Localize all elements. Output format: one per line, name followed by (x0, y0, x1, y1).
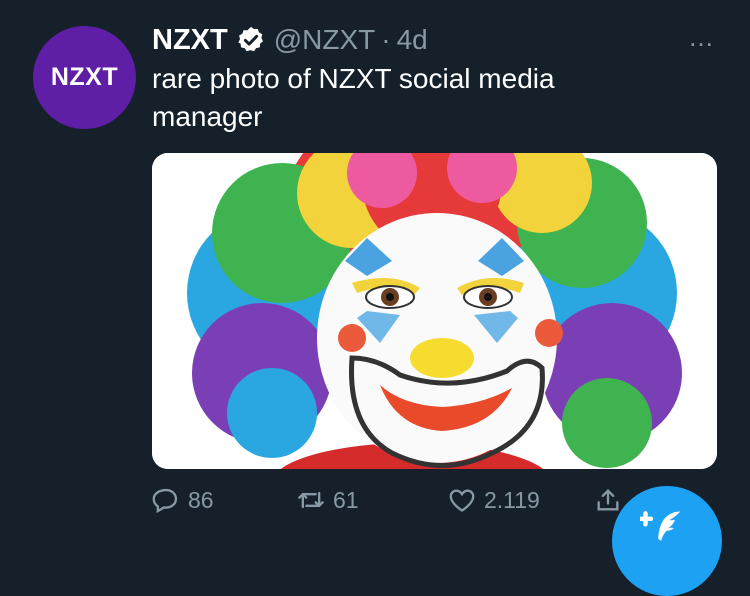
tweet-header: NZXT @NZXT · 4d (152, 22, 428, 58)
user-handle[interactable]: @NZXT (274, 24, 376, 56)
profile-avatar[interactable]: NZXT (33, 26, 136, 129)
retweet-button[interactable]: 61 (297, 478, 359, 522)
reply-icon (152, 488, 178, 514)
verified-badge-icon (238, 26, 263, 52)
like-button[interactable]: 2.119 (448, 478, 540, 522)
tweet-action-bar: 86 61 2.119 (152, 478, 632, 522)
avatar-logo-text: NZXT (50, 63, 119, 91)
more-options-icon[interactable]: … (688, 22, 716, 53)
tweet-media-image[interactable] (152, 153, 717, 469)
retweet-icon (298, 491, 324, 509)
like-icon (449, 489, 475, 512)
reply-count: 86 (188, 486, 214, 513)
display-name[interactable]: NZXT (152, 24, 228, 57)
tweet-text: rare photo of NZXT social media manager (152, 63, 555, 132)
tweet-timestamp[interactable]: 4d (397, 24, 428, 56)
compose-tweet-button[interactable] (612, 486, 722, 596)
clown-photo (152, 153, 717, 469)
reply-button[interactable]: 86 (152, 478, 214, 522)
share-icon (597, 489, 619, 511)
like-count: 2.119 (484, 486, 540, 513)
compose-tweet-icon (640, 511, 681, 541)
retweet-count: 61 (333, 486, 359, 513)
separator-dot: · (381, 24, 391, 55)
